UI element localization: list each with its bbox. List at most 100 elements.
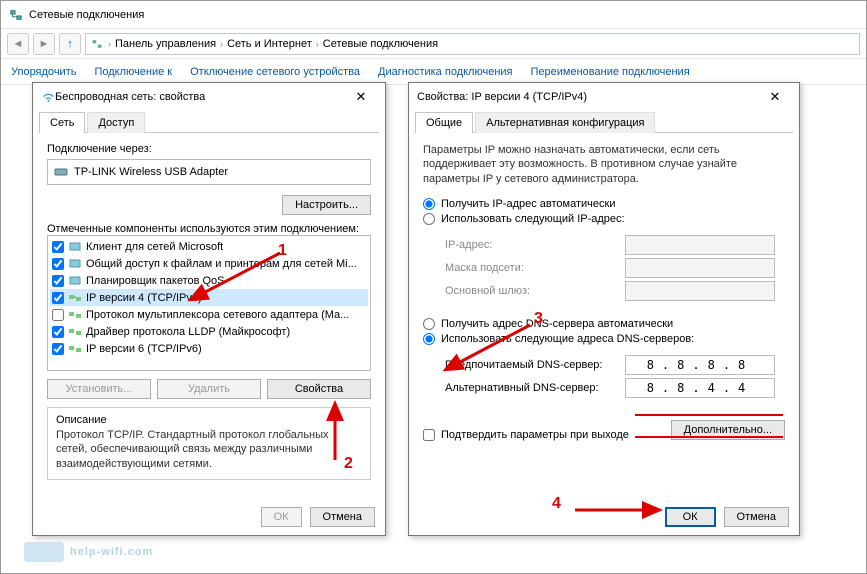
description-text: Протокол TCP/IP. Стандартный протокол гл…	[56, 428, 362, 471]
watermark-icon	[24, 542, 64, 562]
tab-network[interactable]: Сеть	[39, 112, 85, 133]
list-item[interactable]: Общий доступ к файлам и принтерам для се…	[50, 255, 368, 272]
dns-auto-label: Получить адрес DNS-сервера автоматически	[441, 318, 673, 330]
item-checkbox[interactable]	[52, 241, 64, 253]
adapter-properties-dialog: Беспроводная сеть: свойства ✕ Сеть Досту…	[32, 82, 386, 536]
protocol-icon	[68, 343, 82, 355]
ip-auto-radio[interactable]	[423, 198, 435, 210]
ok-button[interactable]: ОК	[665, 507, 716, 527]
gateway-label: Основной шлюз:	[445, 285, 625, 297]
ipv4-properties-dialog: Свойства: IP версии 4 (TCP/IPv4) ✕ Общие…	[408, 82, 800, 536]
back-button[interactable]: ◄	[7, 33, 29, 55]
list-item-ipv4[interactable]: IP версии 4 (TCP/IPv4)	[50, 289, 368, 306]
adapter-name: TP-LINK Wireless USB Adapter	[74, 166, 228, 178]
breadcrumb-seg[interactable]: Панель управления	[115, 38, 216, 50]
tab-strip: Сеть Доступ	[39, 111, 379, 133]
configure-button[interactable]: Настроить...	[282, 195, 371, 215]
breadcrumb-seg[interactable]: Сеть и Интернет	[227, 38, 312, 50]
underline-annotation	[635, 436, 783, 438]
ip-manual-label: Использовать следующий IP-адрес:	[441, 213, 625, 225]
validate-checkbox-row[interactable]: Подтвердить параметры при выходе	[423, 429, 629, 441]
dialog-body: Подключение через: TP-LINK Wireless USB …	[33, 133, 385, 490]
mask-input	[625, 258, 775, 278]
protocol-icon	[68, 326, 82, 338]
item-checkbox[interactable]	[52, 275, 64, 287]
item-label: Клиент для сетей Microsoft	[86, 241, 223, 253]
chevron-right-icon: ›	[108, 39, 111, 49]
qos-icon	[68, 275, 82, 287]
tab-access[interactable]: Доступ	[87, 112, 145, 133]
adapter-icon	[54, 165, 68, 179]
tab-strip: Общие Альтернативная конфигурация	[415, 111, 793, 133]
dialog-titlebar: Свойства: IP версии 4 (TCP/IPv4) ✕	[409, 83, 799, 111]
client-icon	[68, 241, 82, 253]
network-icon	[90, 37, 104, 51]
item-checkbox[interactable]	[52, 326, 64, 338]
item-label: IP версии 4 (TCP/IPv4)	[86, 292, 202, 304]
diagnose-cmd[interactable]: Диагностика подключения	[378, 66, 512, 78]
window-title: Сетевые подключения	[29, 9, 144, 21]
item-label: Планировщик пакетов QoS	[86, 275, 225, 287]
address-bar[interactable]: › Панель управления › Сеть и Интернет › …	[85, 33, 860, 55]
connect-cmd[interactable]: Подключение к	[94, 66, 172, 78]
dns-alt-label: Альтернативный DNS-сервер:	[445, 382, 625, 394]
protocol-icon	[68, 309, 82, 321]
ok-button[interactable]: ОК	[261, 507, 302, 527]
disable-cmd[interactable]: Отключение сетевого устройства	[190, 66, 360, 78]
dns-auto-radio[interactable]	[423, 318, 435, 330]
remove-button[interactable]: Удалить	[157, 379, 261, 399]
tab-alternative[interactable]: Альтернативная конфигурация	[475, 112, 655, 133]
item-checkbox[interactable]	[52, 343, 64, 355]
properties-button[interactable]: Свойства	[267, 379, 371, 399]
list-item[interactable]: IP версии 6 (TCP/IPv6)	[50, 340, 368, 357]
breadcrumb-bar: ◄ ► ↑ › Панель управления › Сеть и Интер…	[1, 29, 866, 59]
validate-checkbox[interactable]	[423, 429, 435, 441]
tab-general[interactable]: Общие	[415, 112, 473, 133]
cancel-button[interactable]: Отмена	[310, 507, 375, 527]
intro-text: Параметры IP можно назначать автоматичес…	[423, 143, 785, 186]
list-item[interactable]: Драйвер протокола LLDP (Майкрософт)	[50, 323, 368, 340]
mask-label: Маска подсети:	[445, 262, 625, 274]
validate-label: Подтвердить параметры при выходе	[441, 429, 629, 441]
dns-alt-input[interactable]	[625, 378, 775, 398]
list-item[interactable]: Клиент для сетей Microsoft	[50, 238, 368, 255]
rename-cmd[interactable]: Переименование подключения	[531, 66, 690, 78]
dialog-titlebar: Беспроводная сеть: свойства ✕	[33, 83, 385, 111]
organize-menu[interactable]: Упорядочить	[11, 66, 76, 78]
components-listbox[interactable]: Клиент для сетей Microsoft Общий доступ …	[47, 235, 371, 371]
item-checkbox[interactable]	[52, 309, 64, 321]
item-checkbox[interactable]	[52, 292, 64, 304]
dns-pref-input[interactable]	[625, 355, 775, 375]
cancel-button[interactable]: Отмена	[724, 507, 789, 527]
item-label: IP версии 6 (TCP/IPv6)	[86, 343, 202, 355]
list-item[interactable]: Планировщик пакетов QoS	[50, 272, 368, 289]
forward-button[interactable]: ►	[33, 33, 55, 55]
dns-manual-label: Использовать следующие адреса DNS-сервер…	[441, 333, 694, 345]
dialog-body: Параметры IP можно назначать автоматичес…	[409, 133, 799, 451]
close-button[interactable]: ✕	[345, 86, 377, 108]
dialog-title: Свойства: IP версии 4 (TCP/IPv4)	[417, 91, 759, 103]
connect-via-label: Подключение через:	[47, 143, 371, 155]
ip-auto-label: Получить IP-адрес автоматически	[441, 198, 615, 210]
gateway-input	[625, 281, 775, 301]
install-button[interactable]: Установить...	[47, 379, 151, 399]
item-label: Протокол мультиплексора сетевого адаптер…	[86, 309, 349, 321]
item-label: Драйвер протокола LLDP (Майкрософт)	[86, 326, 290, 338]
breadcrumb-seg[interactable]: Сетевые подключения	[323, 38, 438, 50]
up-button[interactable]: ↑	[59, 33, 81, 55]
dialog-title: Беспроводная сеть: свойства	[55, 91, 345, 103]
list-item[interactable]: Протокол мультиплексора сетевого адаптер…	[50, 306, 368, 323]
close-button[interactable]: ✕	[759, 86, 791, 108]
item-label: Общий доступ к файлам и принтерам для се…	[86, 258, 357, 270]
description-label: Описание	[56, 414, 362, 426]
ip-manual-radio[interactable]	[423, 213, 435, 225]
protocol-icon	[68, 292, 82, 304]
components-label: Отмеченные компоненты используются этим …	[47, 223, 371, 235]
item-checkbox[interactable]	[52, 258, 64, 270]
adapter-field: TP-LINK Wireless USB Adapter	[47, 159, 371, 185]
description-group: Описание Протокол TCP/IP. Стандартный пр…	[47, 407, 371, 480]
window-titlebar: Сетевые подключения	[1, 1, 866, 29]
underline-annotation	[635, 414, 783, 416]
dns-manual-radio[interactable]	[423, 333, 435, 345]
network-icon	[9, 8, 23, 22]
